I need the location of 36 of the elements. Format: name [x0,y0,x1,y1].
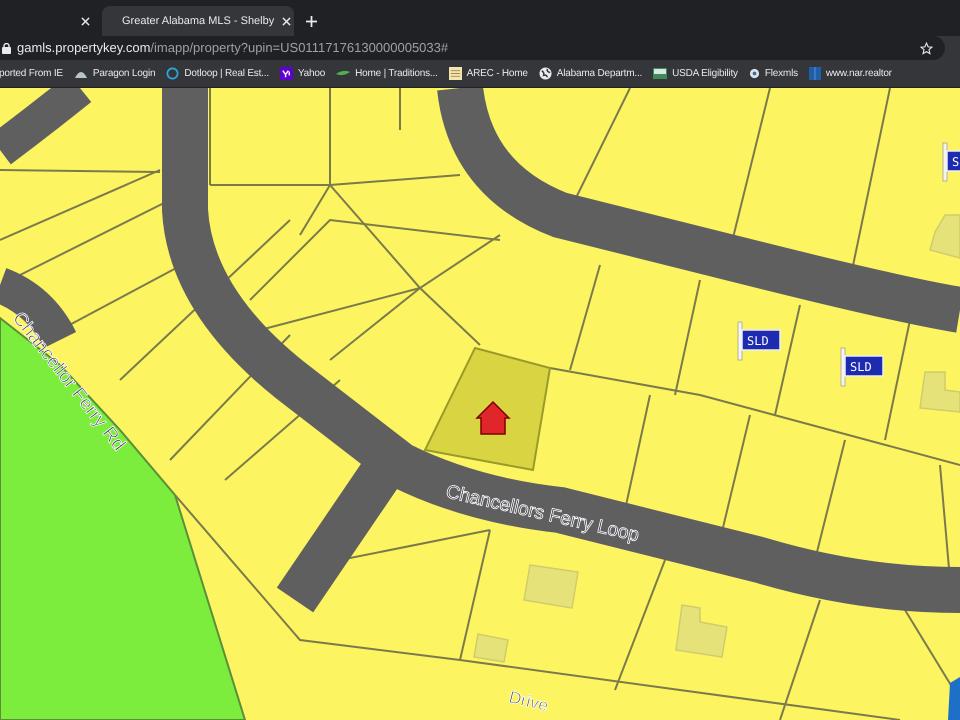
bookmark-link[interactable]: Home | Traditions... [336,66,438,81]
selected-parcel[interactable] [424,346,552,472]
globe-icon [538,67,552,80]
star-icon[interactable] [920,42,933,54]
pin-icon [748,68,760,79]
new-tab-icon[interactable] [306,16,317,26]
bookmark-link[interactable]: Dotloop | Real Est... [166,66,269,81]
address-bar[interactable]: gamls.propertykey.com/imapp/property?upin=US01117176130000005033# [0,36,945,60]
building-footprint [929,214,960,259]
ring-icon [166,67,180,80]
logo-icon [948,677,960,720]
close-icon[interactable] [81,16,90,26]
document-icon [448,67,462,80]
bookmark-link[interactable]: www.nar.realtor [808,66,892,81]
house-icon[interactable] [475,400,511,435]
building-footprint [919,371,960,413]
building-footprint [473,633,509,663]
building-footprint [523,564,579,609]
bookmark-link[interactable]: Yahoo [280,66,326,81]
tab-title: Greater Alabama MLS - Shelby [122,14,274,29]
url-text: gamls.propertykey.com/imapp/property?upin=US01117176130000005033# [17,39,450,58]
leaf-icon [336,70,350,78]
bookmark-link[interactable]: AREC - Home [448,66,528,81]
bookmark-link[interactable]: Alabama Departm... [538,66,642,81]
bookmark-link[interactable]: ported From IE [0,66,63,81]
bookmark-link[interactable]: Paragon Login [74,66,156,81]
bookmark-link[interactable]: Flexmls [748,66,798,81]
flag-icon [653,68,668,79]
bookmark-link[interactable]: USDA Eligibility [653,66,738,81]
yahoo-logo-icon [280,67,293,80]
lock-icon [2,42,11,54]
street-label: Drive [507,687,550,716]
square-icon [808,67,821,80]
building-footprint [675,604,728,658]
close-icon[interactable] [282,16,292,26]
browser-tab[interactable]: Greater Alabama MLS - Shelby [102,6,294,36]
